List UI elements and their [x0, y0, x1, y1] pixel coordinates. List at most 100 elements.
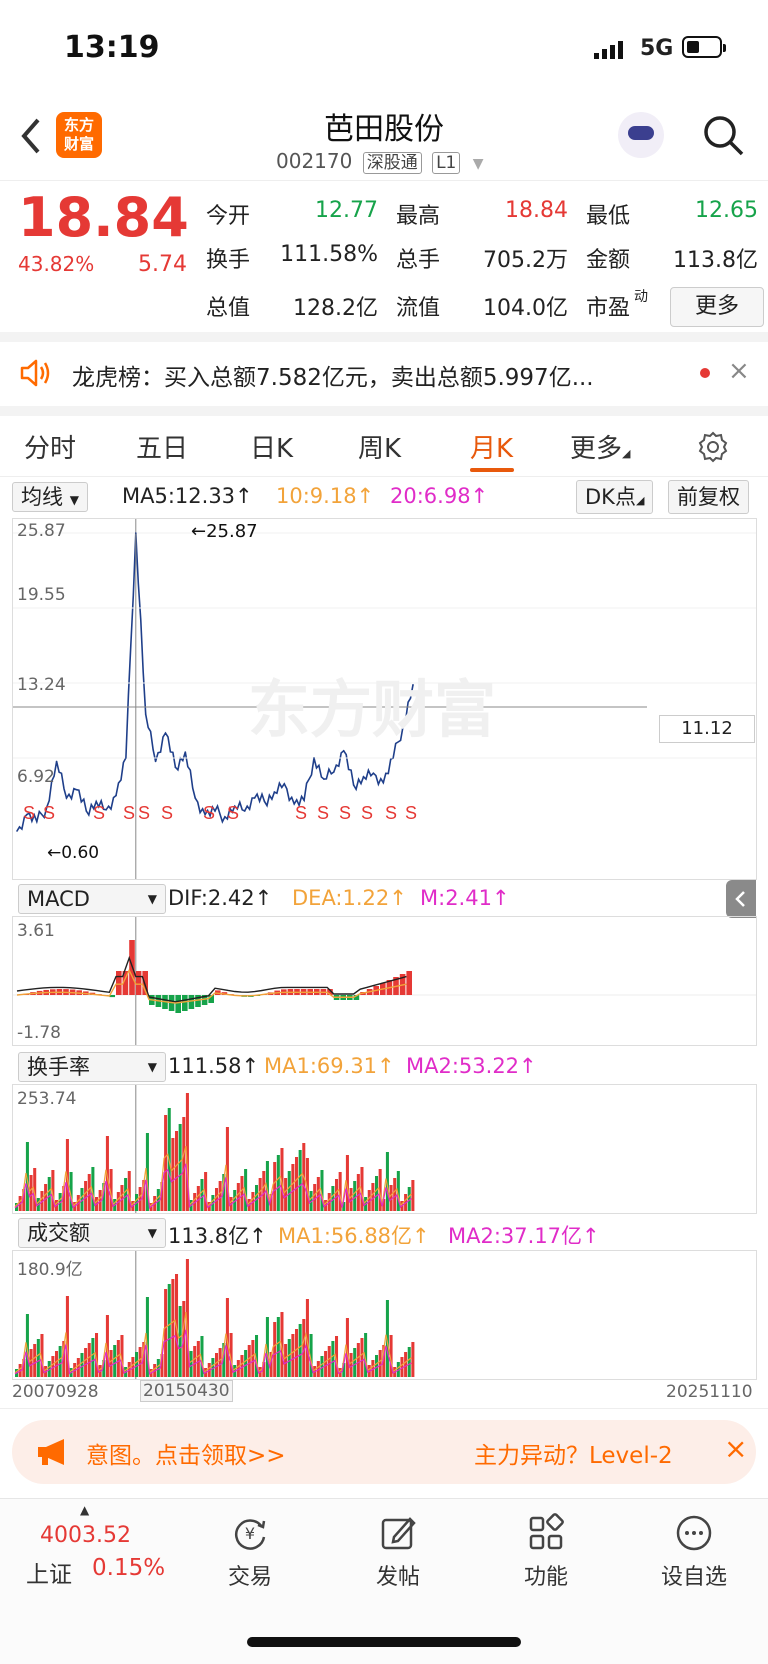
volume-bar: [316, 1177, 320, 1211]
volume-bar: [36, 1339, 40, 1377]
volume-bar: [349, 1353, 353, 1377]
status-bar: 13:19 5G: [0, 0, 768, 96]
macd-bar: [135, 971, 142, 995]
volume-bar: [284, 1178, 288, 1211]
sell-marker: S: [227, 803, 239, 823]
corner-triangle-icon: ◢: [622, 447, 631, 460]
divider: [0, 332, 768, 342]
volume-bar: [244, 1350, 248, 1377]
close-icon[interactable]: ×: [724, 1432, 747, 1465]
price-point: [85, 810, 88, 812]
volume-bar: [291, 1164, 295, 1211]
battery-icon: [682, 36, 726, 58]
sell-marker: S: [43, 803, 55, 823]
ma-select[interactable]: 均线 ▼: [12, 482, 88, 512]
volume-bar: [295, 1329, 299, 1377]
volume-bar: [378, 1350, 382, 1377]
tab-yuek[interactable]: 月K: [470, 428, 513, 465]
price-point: [342, 750, 345, 752]
price-point: [263, 800, 266, 803]
dif-value: DIF:2.42↑: [168, 886, 273, 910]
edit-icon: [381, 1517, 416, 1550]
tab-fenshi[interactable]: 分时: [24, 428, 76, 465]
signal-icon: [594, 40, 626, 59]
volume-bar: [178, 1306, 182, 1377]
dk-label: DK点: [585, 485, 636, 509]
search-button[interactable]: [702, 114, 746, 162]
volume-bar: [295, 1157, 299, 1211]
volume-bar: [371, 1183, 375, 1211]
volume-chart[interactable]: 180.9亿: [12, 1250, 757, 1380]
price-point: [372, 772, 375, 775]
volume-bar: [276, 1317, 280, 1377]
macd-svg: [13, 917, 756, 1045]
more-button[interactable]: 更多: [670, 287, 764, 327]
macd-chart[interactable]: 3.61 -1.78: [12, 916, 757, 1046]
price-point: [115, 794, 117, 797]
volume-bar: [331, 1341, 335, 1377]
price-point: [75, 788, 78, 791]
sell-marker: S: [339, 803, 351, 823]
m-value: M:2.41↑: [420, 886, 510, 910]
dropdown-caret-icon: ▼: [147, 1060, 157, 1074]
quote-value: 12.77: [315, 198, 378, 223]
close-icon[interactable]: ×: [728, 356, 750, 386]
price-point: [154, 760, 157, 763]
turnover-value: 111.58↑: [168, 1054, 260, 1078]
volume-bar: [124, 1178, 128, 1211]
settings-gear-icon[interactable]: [696, 430, 730, 464]
tab-trade[interactable]: ¥ 交易: [200, 1513, 300, 1591]
tab-watchlist[interactable]: 设自选: [644, 1513, 744, 1591]
ma20-value: 20:6.98↑: [390, 484, 489, 508]
tab-post[interactable]: 发帖: [348, 1513, 448, 1591]
volume-bar: [193, 1346, 197, 1377]
volume-select[interactable]: 成交额 ▼: [18, 1218, 166, 1248]
adjust-select[interactable]: 前复权: [668, 480, 749, 514]
price-point: [224, 816, 226, 818]
volume-bar: [353, 1181, 357, 1211]
collapse-panel-button[interactable]: [726, 880, 756, 918]
turnover-max: 253.74: [17, 1089, 77, 1109]
sell-marker: S: [23, 803, 35, 823]
turnover-chart[interactable]: 253.74: [12, 1084, 757, 1214]
volume-bar: [29, 1175, 33, 1211]
network-label: 5G: [640, 36, 674, 61]
tab-zhouk[interactable]: 周K: [358, 428, 401, 465]
search-icon: [704, 116, 744, 156]
sell-marker: S: [385, 803, 397, 823]
price-point: [174, 766, 177, 769]
price-point: [135, 532, 137, 534]
dk-point-select[interactable]: DK点◢: [576, 480, 654, 514]
price-point: [65, 797, 68, 799]
index-pct[interactable]: 0.15%: [92, 1555, 165, 1581]
volume-bar: [353, 1348, 357, 1377]
tab-more[interactable]: 更多◢: [570, 428, 630, 465]
volume-bar: [167, 1284, 171, 1377]
date-end: 20251110: [666, 1382, 753, 1402]
price-point: [144, 713, 147, 716]
assistant-robot-icon[interactable]: [618, 112, 664, 158]
macd-select[interactable]: MACD ▼: [18, 884, 166, 914]
volume-bar: [273, 1322, 277, 1377]
volume-bar: [298, 1150, 302, 1211]
caret-up-icon: ▲: [80, 1503, 90, 1517]
price-point: [253, 797, 256, 799]
ma-select-label: 均线: [21, 485, 63, 509]
grid-icon: [529, 1513, 564, 1550]
tab-wuri[interactable]: 五日: [136, 428, 188, 465]
volume-bar: [171, 1279, 175, 1377]
index-name[interactable]: 上证: [26, 1555, 72, 1589]
tab-functions[interactable]: 功能: [496, 1513, 596, 1591]
stock-code-row[interactable]: 002170 深股通 L1 ▼: [276, 148, 484, 174]
index-value[interactable]: 4003.52: [40, 1523, 131, 1548]
volume-bar: [178, 1124, 182, 1211]
volume-bar: [287, 1339, 291, 1377]
tab-rik[interactable]: 日K: [250, 428, 293, 465]
lhb-notice[interactable]: 龙虎榜：买入总额7.582亿元，卖出总额5.997亿... ×: [0, 342, 768, 406]
y-label: 13.24: [17, 675, 66, 695]
kline-chart[interactable]: SSSSSSSSSSSSSS 东方财富 25.87 19.55 13.24 6.…: [12, 518, 757, 880]
macd-bar: [175, 995, 181, 1013]
level2-ad-banner[interactable]: 意图。点击领取>> 主力异动？Level-2 ×: [12, 1420, 756, 1484]
price-point: [303, 799, 305, 802]
turnover-select[interactable]: 换手率 ▼: [18, 1052, 166, 1082]
